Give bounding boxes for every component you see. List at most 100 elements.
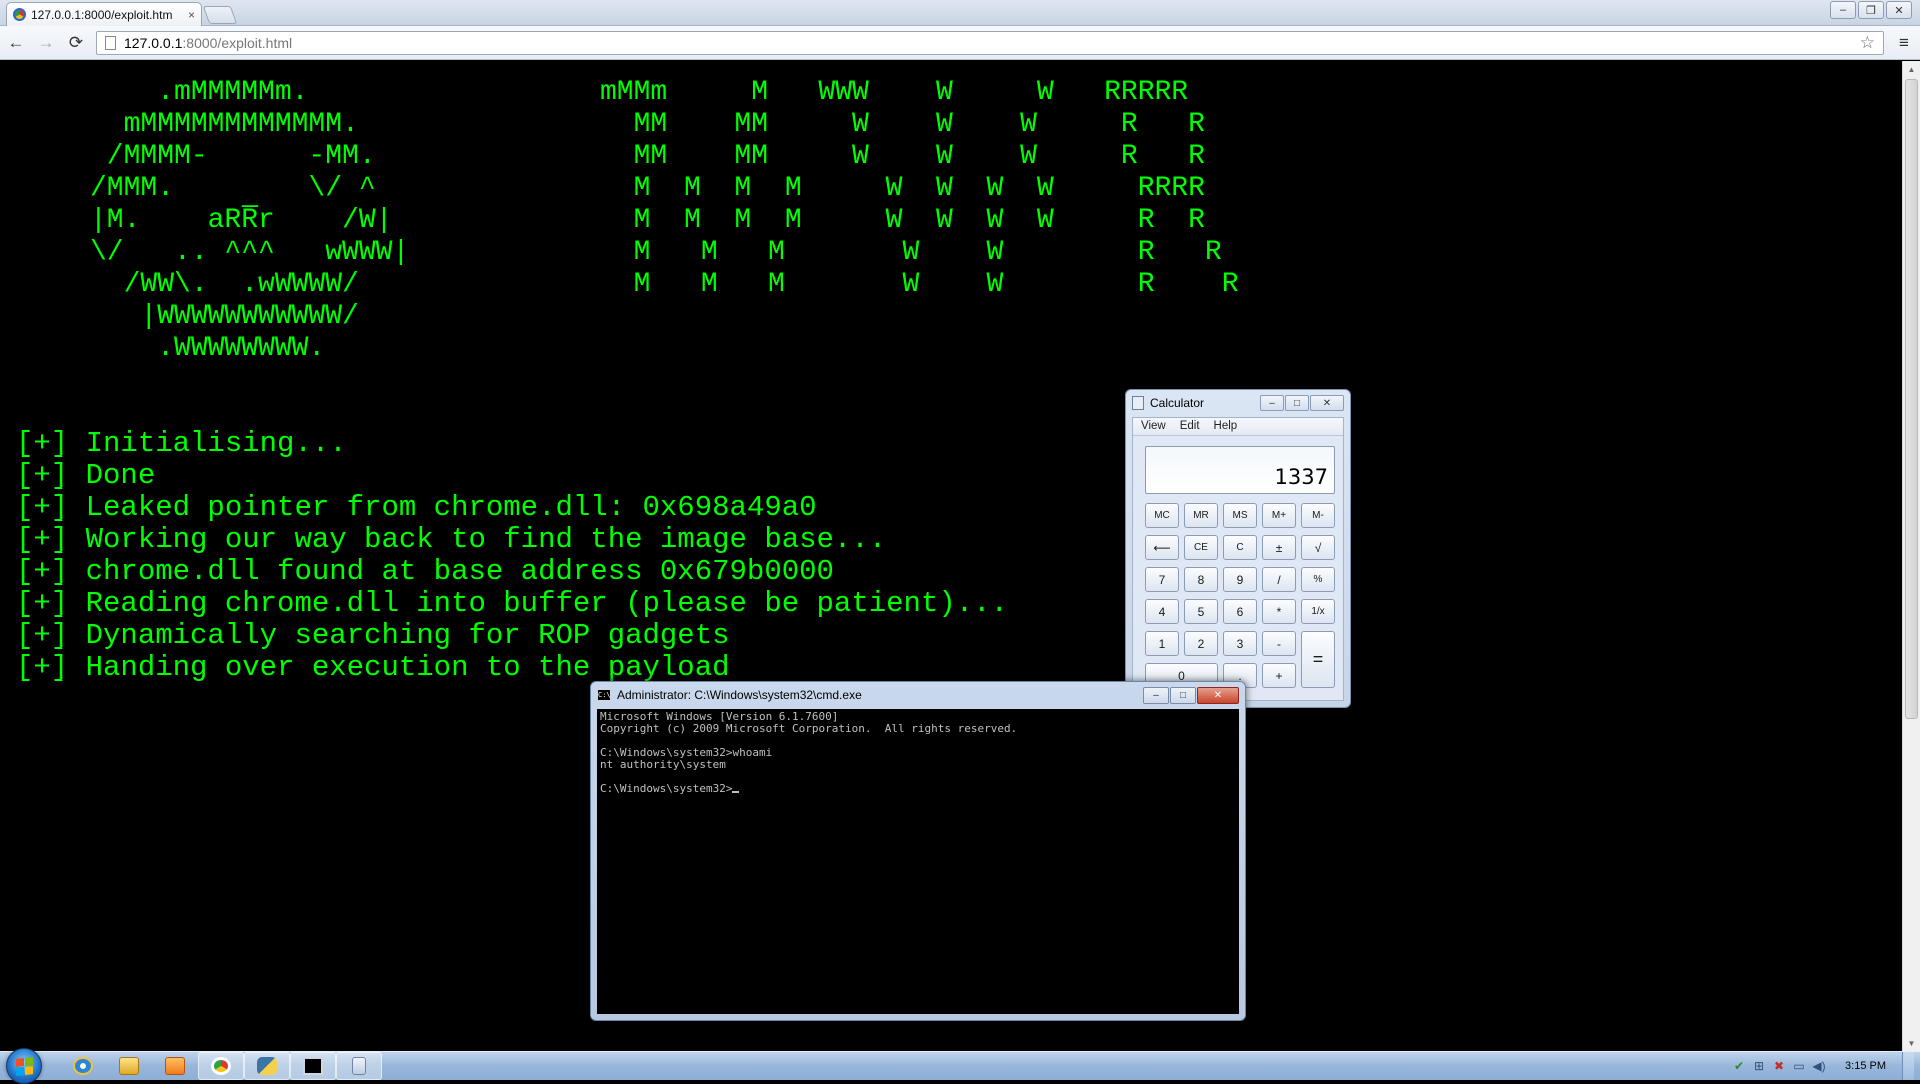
key-backspace[interactable]: ⟵ xyxy=(1145,535,1179,560)
calculator-minimize-button[interactable]: – xyxy=(1260,395,1284,411)
window-close-button[interactable]: ✕ xyxy=(1886,1,1912,19)
cmd-title: Administrator: C:\Windows\system32\cmd.e… xyxy=(617,688,862,702)
calculator-maximize-button[interactable]: □ xyxy=(1285,395,1309,411)
browser-tab[interactable]: 127.0.0.1:8000/exploit.htm × xyxy=(6,2,202,26)
folder-icon xyxy=(119,1057,139,1075)
taskbar-calculator[interactable] xyxy=(336,1052,382,1080)
network-icon[interactable]: ⊞ xyxy=(1751,1058,1767,1074)
key-plus-minus[interactable]: ± xyxy=(1262,535,1296,560)
reload-icon[interactable]: ⟳ xyxy=(66,33,86,53)
browser-titlebar: 127.0.0.1:8000/exploit.htm × – ❐ ✕ xyxy=(0,0,1920,26)
key-percent[interactable]: % xyxy=(1301,567,1335,592)
chrome-menu-icon[interactable]: ≡ xyxy=(1894,33,1914,53)
key-add[interactable]: + xyxy=(1262,663,1296,688)
window-restore-button[interactable]: ❐ xyxy=(1858,1,1884,19)
url-rest: :8000/exploit.html xyxy=(182,34,293,51)
taskbar-python[interactable] xyxy=(244,1052,290,1080)
cmd-window[interactable]: C:\ Administrator: C:\Windows\system32\c… xyxy=(590,681,1246,1021)
cmd-close-button[interactable]: ✕ xyxy=(1197,686,1239,704)
calculator-titlebar[interactable]: Calculator – □ ✕ xyxy=(1126,390,1350,416)
console-line: nt authority\system xyxy=(600,758,726,771)
calculator-display: 1337 xyxy=(1145,446,1335,494)
key-m-plus[interactable]: M+ xyxy=(1262,503,1296,528)
bookmark-star-icon[interactable]: ☆ xyxy=(1860,33,1875,53)
key-3[interactable]: 3 xyxy=(1223,631,1257,656)
console-cursor xyxy=(732,791,740,793)
key-2[interactable]: 2 xyxy=(1184,631,1218,656)
cmd-minimize-button[interactable]: – xyxy=(1143,686,1169,704)
log-line: [+] Working our way back to find the ima… xyxy=(16,523,887,556)
cmd-app-icon: C:\ xyxy=(597,689,611,701)
calculator-close-button[interactable]: ✕ xyxy=(1310,395,1344,411)
key-equals[interactable]: = xyxy=(1301,631,1335,688)
windows-logo-icon xyxy=(16,1057,33,1076)
url-text[interactable]: 127.0.0.1:8000/exploit.html xyxy=(124,35,1852,51)
back-arrow-icon[interactable]: ← xyxy=(6,33,26,53)
log-line: [+] Handing over execution to the payloa… xyxy=(16,651,730,684)
calculator-icon xyxy=(352,1057,366,1075)
key-8[interactable]: 8 xyxy=(1184,567,1218,592)
flag-icon[interactable]: ✖ xyxy=(1771,1058,1787,1074)
menu-edit[interactable]: Edit xyxy=(1180,420,1200,433)
exploit-log: [+] Initialising... [+] Done [+] Leaked … xyxy=(16,428,1008,684)
key-ce[interactable]: CE xyxy=(1184,535,1218,560)
key-subtract[interactable]: - xyxy=(1262,631,1296,656)
key-reciprocal[interactable]: 1/x xyxy=(1301,599,1335,624)
key-mc[interactable]: MC xyxy=(1145,503,1179,528)
taskbar-media-player[interactable] xyxy=(152,1052,198,1080)
key-7[interactable]: 7 xyxy=(1145,567,1179,592)
tab-close-icon[interactable]: × xyxy=(188,8,195,22)
cmd-console[interactable]: Microsoft Windows [Version 6.1.7600] Cop… xyxy=(597,709,1239,1014)
window-minimize-button[interactable]: – xyxy=(1830,1,1856,19)
ascii-art-logo: .mMMMMMm. mMMMMMMMMMMMM. /MMMM- -MM. /MM… xyxy=(90,77,410,364)
url-host: 127.0.0.1 xyxy=(124,34,183,51)
scroll-thumb[interactable] xyxy=(1905,79,1918,719)
log-line: [+] Initialising... xyxy=(16,427,347,460)
console-line: Copyright (c) 2009 Microsoft Corporation… xyxy=(600,722,1018,735)
taskbar-clock[interactable]: 3:15 PM xyxy=(1845,1060,1886,1072)
taskbar-ie[interactable] xyxy=(60,1052,106,1080)
key-multiply[interactable]: * xyxy=(1262,599,1296,624)
log-line: [+] Dynamically searching for ROP gadget… xyxy=(16,619,730,652)
cmd-icon xyxy=(303,1057,323,1075)
cmd-window-controls: – □ ✕ xyxy=(1143,686,1239,704)
menu-help[interactable]: Help xyxy=(1214,420,1238,433)
media-player-icon xyxy=(165,1057,185,1075)
taskbar-apps xyxy=(60,1052,382,1080)
key-1[interactable]: 1 xyxy=(1145,631,1179,656)
tab-title: 127.0.0.1:8000/exploit.htm xyxy=(31,7,173,22)
taskbar-cmd[interactable] xyxy=(290,1052,336,1080)
log-line: [+] chrome.dll found at base address 0x6… xyxy=(16,555,834,588)
key-6[interactable]: 6 xyxy=(1223,599,1257,624)
key-m-minus[interactable]: M- xyxy=(1301,503,1335,528)
show-desktop-button[interactable] xyxy=(1902,1052,1914,1080)
taskbar-explorer[interactable] xyxy=(106,1052,152,1080)
key-sqrt[interactable]: √ xyxy=(1301,535,1335,560)
key-5[interactable]: 5 xyxy=(1184,599,1218,624)
scroll-down-icon[interactable]: ▼ xyxy=(1903,1035,1920,1051)
system-tray: ✔ ⊞ ✖ ▭ ◀) 3:15 PM xyxy=(1731,1052,1920,1080)
key-divide[interactable]: / xyxy=(1262,567,1296,592)
scroll-up-icon[interactable]: ▲ xyxy=(1903,61,1920,77)
browser-toolbar: ← → ⟳ 127.0.0.1:8000/exploit.html ☆ ≡ xyxy=(0,26,1920,60)
page-scrollbar[interactable]: ▲ ▼ xyxy=(1902,61,1920,1051)
taskbar-chrome[interactable] xyxy=(198,1052,244,1080)
cmd-titlebar[interactable]: C:\ Administrator: C:\Windows\system32\c… xyxy=(591,682,1245,708)
key-mr[interactable]: MR xyxy=(1184,503,1218,528)
start-button[interactable] xyxy=(6,1048,42,1084)
new-tab-button[interactable] xyxy=(202,6,238,24)
forward-arrow-icon[interactable]: → xyxy=(36,33,56,53)
cmd-maximize-button[interactable]: □ xyxy=(1170,686,1196,704)
address-bar[interactable]: 127.0.0.1:8000/exploit.html ☆ xyxy=(96,30,1884,55)
key-ms[interactable]: MS xyxy=(1223,503,1257,528)
taskbar: ✔ ⊞ ✖ ▭ ◀) 3:15 PM xyxy=(0,1048,1920,1084)
menu-view[interactable]: View xyxy=(1141,420,1166,433)
volume-icon[interactable]: ◀) xyxy=(1811,1058,1827,1074)
key-4[interactable]: 4 xyxy=(1145,599,1179,624)
display-icon[interactable]: ▭ xyxy=(1791,1058,1807,1074)
shield-check-icon[interactable]: ✔ xyxy=(1731,1058,1747,1074)
calculator-menubar: View Edit Help xyxy=(1133,418,1343,436)
key-c[interactable]: C xyxy=(1223,535,1257,560)
key-9[interactable]: 9 xyxy=(1223,567,1257,592)
calculator-window[interactable]: Calculator – □ ✕ View Edit Help 1337 MC … xyxy=(1125,389,1351,708)
